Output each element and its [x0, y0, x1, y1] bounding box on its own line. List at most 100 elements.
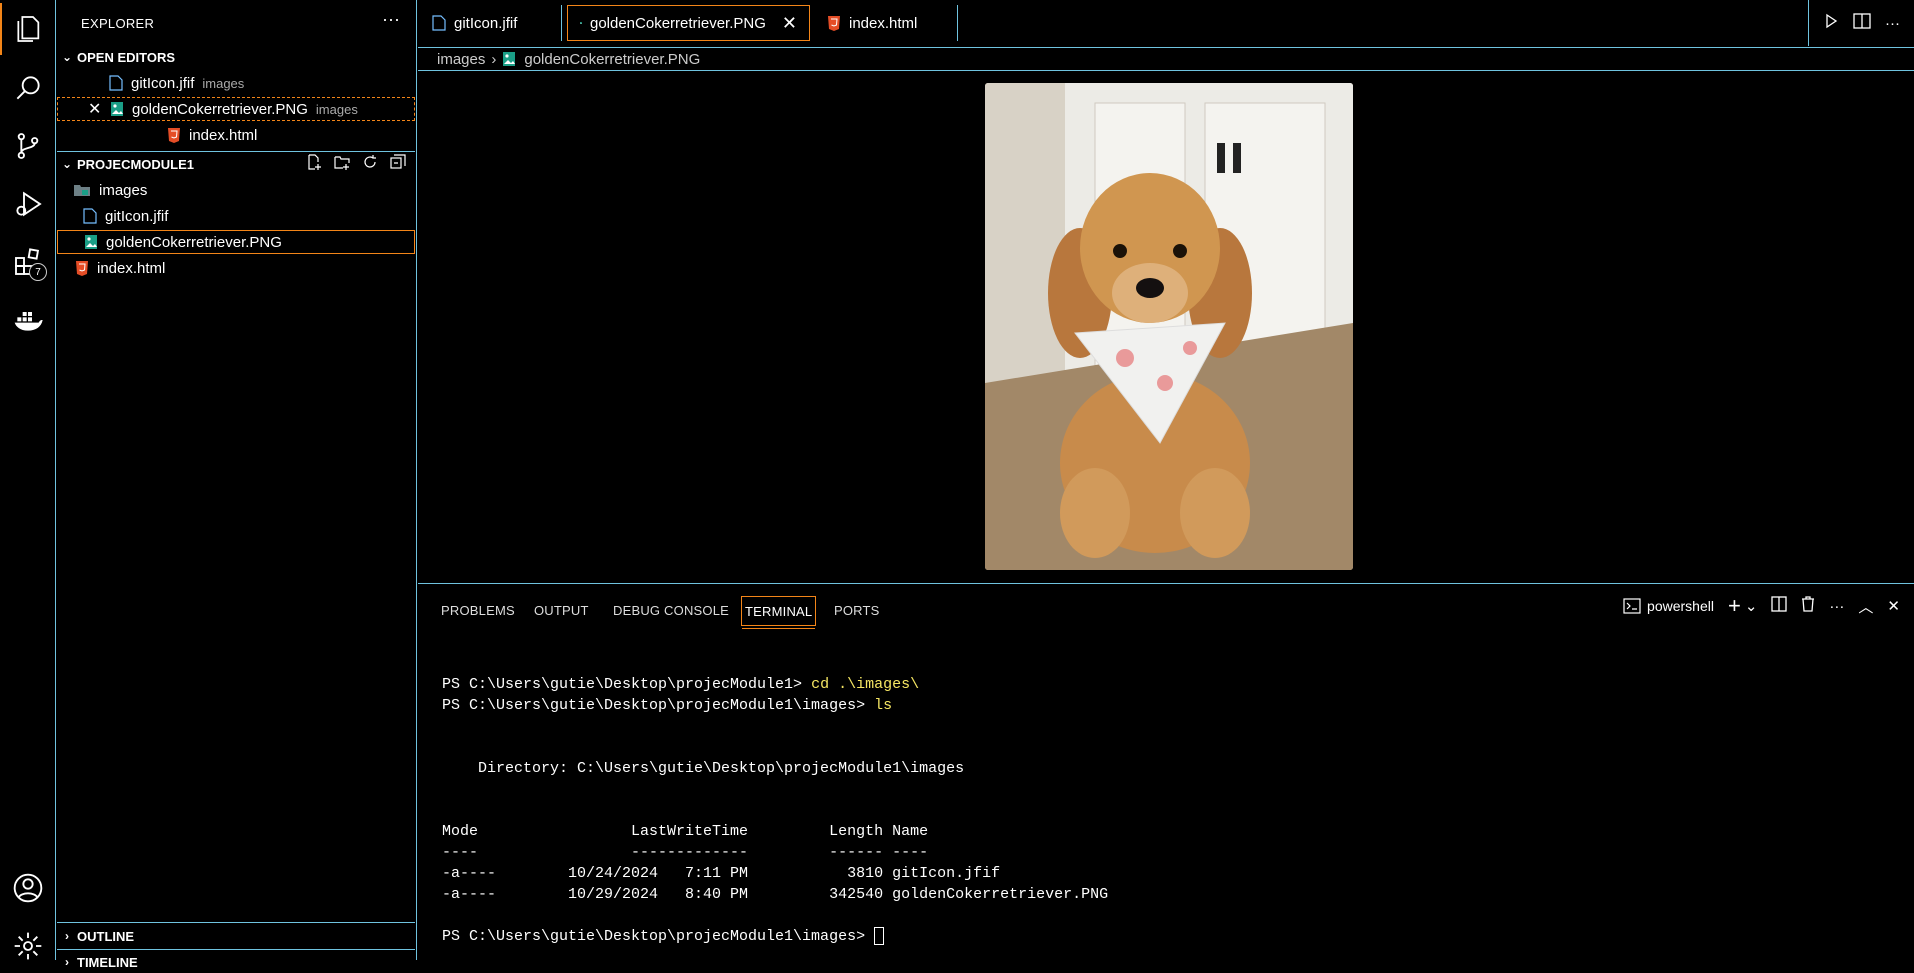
tab-index-html[interactable]: index.html [815, 5, 958, 41]
terminal-directory-line: Directory: C:\Users\gutie\Desktop\projec… [442, 758, 1108, 779]
section-divider [57, 949, 415, 950]
image-file-icon [580, 15, 582, 31]
source-control-icon[interactable] [0, 120, 56, 172]
explorer-icon[interactable] [0, 3, 56, 55]
explorer-sidebar: EXPLORER ··· ⌄ OPEN EDITORS gitIcon.jfif… [57, 0, 417, 960]
run-debug-icon[interactable] [0, 178, 56, 230]
chevron-down-icon: ⌄ [57, 50, 77, 64]
terminal-table-row: -a---- 10/29/2024 8:40 PM 342540 goldenC… [442, 884, 1108, 905]
more-actions-icon[interactable]: ··· [1885, 15, 1900, 32]
file-name: goldenCokerretriever.PNG [106, 234, 282, 251]
outline-label: OUTLINE [77, 929, 134, 944]
shell-name: powershell [1647, 598, 1714, 614]
search-icon[interactable] [0, 62, 56, 114]
terminal-prompt: PS C:\Users\gutie\Desktop\projecModule1> [442, 676, 811, 693]
new-folder-icon[interactable] [333, 153, 351, 171]
timeline-label: TIMELINE [77, 955, 138, 970]
file-name: index.html [97, 260, 165, 277]
outline-header[interactable]: › OUTLINE [57, 925, 415, 947]
image-file-icon [84, 234, 98, 250]
breadcrumb-file[interactable]: goldenCokerretriever.PNG [524, 51, 700, 68]
close-icon[interactable]: ✕ [88, 99, 102, 119]
image-file-icon [110, 101, 124, 117]
terminal-output[interactable]: PS C:\Users\gutie\Desktop\projecModule1>… [442, 674, 1108, 947]
terminal-command: ls [874, 697, 892, 714]
extensions-icon[interactable] [0, 236, 56, 288]
collapse-all-icon[interactable] [389, 153, 407, 171]
tab-problems[interactable]: PROBLEMS [441, 596, 515, 624]
terminal-shell-selector[interactable]: powershell [1623, 598, 1714, 614]
tab-label: index.html [849, 15, 917, 32]
open-editor-name: index.html [189, 127, 257, 144]
extensions-badge: 7 [29, 263, 47, 281]
terminal-table-header: Mode LastWriteTime Length Name [442, 821, 1108, 842]
tab-output[interactable]: OUTPUT [534, 596, 589, 624]
terminal-command: cd .\images\ [811, 676, 919, 693]
settings-gear-icon[interactable] [0, 920, 56, 972]
docker-icon[interactable] [0, 294, 56, 346]
tab-label: goldenCokerretriever.PNG [590, 15, 766, 32]
close-icon[interactable]: ✕ [782, 13, 797, 34]
terminal-prompt: PS C:\Users\gutie\Desktop\projecModule1\… [442, 697, 874, 714]
open-editors-header[interactable]: ⌄ OPEN EDITORS [57, 46, 415, 68]
trash-icon[interactable] [1801, 596, 1815, 616]
open-editor-item-golden[interactable]: ✕ goldenCokerretriever.PNG images [57, 97, 415, 121]
explorer-title: EXPLORER [81, 16, 154, 31]
file-icon [432, 15, 446, 31]
split-editor-icon[interactable] [1853, 13, 1871, 33]
editor-tab-bar: gitIcon.jfif goldenCokerretriever.PNG ✕ … [418, 0, 1914, 48]
open-editor-desc: images [316, 102, 358, 117]
open-editor-name: gitIcon.jfif [131, 75, 194, 92]
file-index-html[interactable]: index.html [75, 256, 165, 280]
chevron-down-icon: ⌄ [57, 157, 77, 171]
activity-bar: 7 [0, 0, 56, 960]
more-actions-icon[interactable]: ··· [1829, 598, 1844, 615]
refresh-icon[interactable] [361, 153, 379, 171]
open-editors-label: OPEN EDITORS [77, 50, 175, 65]
html-file-icon [827, 15, 841, 31]
panel-divider [418, 583, 1914, 584]
tab-ports[interactable]: PORTS [834, 596, 880, 624]
terminal-cursor [874, 927, 884, 945]
image-preview [985, 83, 1353, 570]
breadcrumb: images › goldenCokerretriever.PNG [437, 48, 700, 70]
terminal-table-row: -a---- 10/24/2024 7:11 PM 3810 gitIcon.j… [442, 863, 1108, 884]
file-giticon[interactable]: gitIcon.jfif [83, 204, 168, 228]
terminal-prompt: PS C:\Users\gutie\Desktop\projecModule1\… [442, 928, 874, 945]
terminal-icon [1623, 598, 1641, 614]
file-icon [109, 75, 123, 91]
terminal-table-underline: ---- ------------- ------ ---- [442, 842, 1108, 863]
tab-debug-console[interactable]: DEBUG CONSOLE [613, 596, 729, 624]
new-terminal-icon[interactable]: + [1728, 593, 1741, 619]
tab-goldencokerretriever[interactable]: goldenCokerretriever.PNG ✕ [567, 5, 810, 41]
close-panel-icon[interactable]: ✕ [1887, 597, 1900, 615]
tab-label: gitIcon.jfif [454, 15, 517, 32]
chevron-right-icon: › [491, 51, 496, 68]
new-file-icon[interactable] [305, 153, 323, 171]
section-divider [57, 151, 415, 152]
split-terminal-icon[interactable] [1771, 596, 1787, 616]
timeline-header[interactable]: › TIMELINE [57, 951, 415, 973]
accounts-icon[interactable] [0, 862, 56, 914]
maximize-panel-icon[interactable]: ︿ [1858, 596, 1873, 617]
more-actions-icon[interactable]: ··· [382, 9, 400, 30]
open-editor-item-index[interactable]: index.html [167, 123, 257, 147]
breadcrumb-folder[interactable]: images [437, 51, 485, 68]
open-editor-name: goldenCokerretriever.PNG [132, 101, 308, 118]
folder-name: images [99, 182, 147, 199]
html-file-icon [75, 260, 89, 276]
chevron-right-icon: › [57, 955, 77, 969]
open-editor-item-giticon[interactable]: gitIcon.jfif images [109, 71, 244, 95]
tab-terminal[interactable]: TERMINAL [741, 596, 816, 626]
tab-giticon[interactable]: gitIcon.jfif [418, 5, 562, 41]
file-icon [83, 208, 97, 224]
section-divider [57, 922, 415, 923]
folder-images[interactable]: images [73, 178, 147, 202]
chevron-right-icon: › [57, 929, 77, 943]
panel-actions: powershell + ⌄ ··· ︿ ✕ [1623, 592, 1914, 620]
file-goldencokerretriever[interactable]: goldenCokerretriever.PNG [57, 230, 415, 254]
editor-actions: ··· [1808, 0, 1914, 46]
chevron-down-icon[interactable]: ⌄ [1745, 597, 1758, 615]
project-header[interactable]: ⌄ PROJECMODULE1 [57, 153, 415, 175]
run-icon[interactable] [1823, 13, 1839, 33]
